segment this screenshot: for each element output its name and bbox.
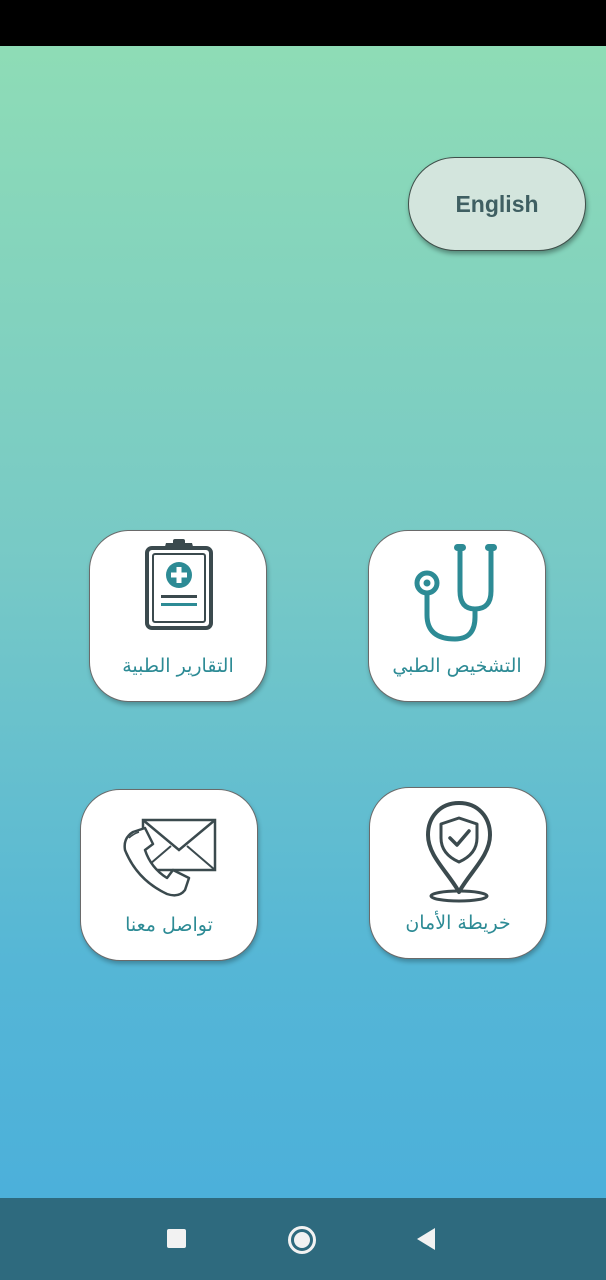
safety-map-label: خريطة الأمان [405,912,511,934]
location-shield-icon [426,801,492,903]
navigation-bar [0,1198,606,1280]
medical-diagnosis-label: التشخيص الطبي [392,655,522,677]
contact-us-label: تواصل معنا [125,914,213,936]
recent-apps-icon[interactable] [167,1229,186,1248]
medical-diagnosis-button[interactable]: التشخيص الطبي [368,530,546,702]
stethoscope-icon [414,544,497,642]
home-icon[interactable] [288,1226,316,1254]
medical-reports-label: التقارير الطبية [122,655,234,677]
safety-map-button[interactable]: خريطة الأمان [369,787,547,959]
medical-reports-button[interactable]: التقارير الطبية [89,530,267,702]
back-icon[interactable] [417,1228,435,1250]
contact-us-button[interactable]: تواصل معنا [80,789,258,961]
clipboard-medical-icon [145,539,213,630]
status-bar [0,0,606,46]
language-toggle-button[interactable]: English [408,157,586,251]
phone-mail-icon [123,818,217,897]
